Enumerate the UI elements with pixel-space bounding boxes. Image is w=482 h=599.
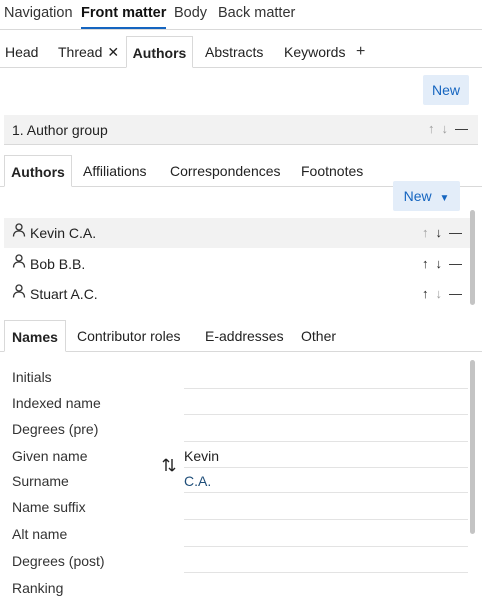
- plus-icon[interactable]: +: [356, 36, 365, 68]
- author-row[interactable]: Bob B.B. ↑ ↓ —: [4, 249, 470, 279]
- degrees-post-field[interactable]: [184, 572, 468, 573]
- author-row[interactable]: Stuart A.C. ↑ ↓ —: [4, 279, 470, 309]
- tab-other[interactable]: Other: [301, 320, 336, 352]
- tab-affiliations[interactable]: Affiliations: [83, 155, 147, 187]
- surname-label: Surname: [12, 473, 69, 489]
- degrees-post-label: Degrees (post): [12, 553, 105, 569]
- author-name: Kevin C.A.: [30, 225, 97, 241]
- author-group-title: 1. Author group: [12, 122, 108, 138]
- remove-icon[interactable]: —: [455, 121, 468, 136]
- degrees-pre-field[interactable]: [184, 441, 468, 442]
- nav-back-matter[interactable]: Back matter: [216, 0, 297, 29]
- author-list-scrollbar[interactable]: [470, 210, 475, 305]
- move-down-icon[interactable]: ↓: [436, 225, 443, 240]
- move-up-icon[interactable]: ↑: [428, 121, 435, 136]
- new-author-group-button[interactable]: New: [423, 75, 469, 105]
- new-author-label: New: [403, 188, 432, 204]
- move-down-icon[interactable]: ↓: [436, 286, 443, 301]
- move-down-icon[interactable]: ↓: [442, 121, 449, 136]
- tab-keywords[interactable]: Keywords: [284, 36, 345, 68]
- degrees-pre-label: Degrees (pre): [12, 421, 99, 437]
- remove-icon[interactable]: —: [449, 286, 462, 301]
- indexed-name-label: Indexed name: [12, 395, 101, 411]
- given-name-field[interactable]: Kevin: [184, 448, 219, 464]
- remove-icon[interactable]: —: [449, 225, 462, 240]
- swap-names-icon[interactable]: [161, 457, 177, 473]
- given-name-label: Given name: [12, 448, 88, 464]
- nav-front-matter[interactable]: Front matter: [79, 0, 168, 29]
- tab-authors[interactable]: Authors: [126, 36, 193, 68]
- ranking-label: Ranking: [12, 580, 64, 596]
- indexed-name-field[interactable]: [184, 414, 468, 415]
- nav-body[interactable]: Body: [172, 0, 209, 29]
- caret-down-icon: ▼: [439, 193, 450, 204]
- top-navigation: Navigation Front matter Body Back matter: [0, 0, 482, 30]
- author-detail-tabs: Names Contributor roles E-addresses Othe…: [0, 320, 482, 352]
- form-scrollbar[interactable]: [470, 360, 475, 534]
- given-name-underline: [184, 467, 468, 468]
- move-up-icon[interactable]: ↑: [422, 256, 429, 271]
- new-author-dropdown[interactable]: New ▼: [393, 181, 460, 211]
- front-matter-tabs: Head Thread ✕ Authors Abstracts Keywords …: [0, 36, 482, 68]
- tab-contributor-roles[interactable]: Contributor roles: [77, 320, 181, 352]
- close-icon[interactable]: ✕: [107, 44, 119, 60]
- person-icon: [12, 223, 26, 237]
- tab-names[interactable]: Names: [4, 320, 66, 352]
- move-up-icon[interactable]: ↑: [422, 286, 429, 301]
- initials-label: Initials: [12, 369, 52, 385]
- author-name: Stuart A.C.: [30, 286, 98, 302]
- tab-thread[interactable]: Thread ✕: [58, 36, 119, 68]
- person-icon: [12, 284, 26, 298]
- person-icon: [12, 254, 26, 268]
- name-suffix-label: Name suffix: [12, 499, 86, 515]
- nav-navigation[interactable]: Navigation: [2, 0, 75, 29]
- author-list: Kevin C.A. ↑ ↓ — Bob B.B. ↑ ↓ — Stuart A…: [4, 218, 470, 310]
- name-suffix-field[interactable]: [184, 519, 468, 520]
- author-name: Bob B.B.: [30, 256, 86, 272]
- surname-field[interactable]: C.A.: [184, 473, 211, 489]
- remove-icon[interactable]: —: [449, 256, 462, 271]
- surname-underline: [184, 492, 468, 493]
- author-group-header[interactable]: 1. Author group ↑ ↓ —: [4, 115, 478, 145]
- author-row[interactable]: Kevin C.A. ↑ ↓ —: [4, 218, 470, 248]
- tab-footnotes[interactable]: Footnotes: [301, 155, 363, 187]
- tab-authors-list[interactable]: Authors: [4, 155, 72, 187]
- move-up-icon[interactable]: ↑: [422, 225, 429, 240]
- alt-name-field[interactable]: [184, 546, 468, 547]
- tab-correspondences[interactable]: Correspondences: [170, 155, 281, 187]
- tab-thread-label: Thread: [58, 44, 103, 60]
- tab-e-addresses[interactable]: E-addresses: [205, 320, 284, 352]
- initials-field[interactable]: [184, 388, 468, 389]
- tab-head[interactable]: Head: [5, 36, 38, 68]
- move-down-icon[interactable]: ↓: [436, 256, 443, 271]
- alt-name-label: Alt name: [12, 526, 68, 542]
- tab-abstracts[interactable]: Abstracts: [205, 36, 263, 68]
